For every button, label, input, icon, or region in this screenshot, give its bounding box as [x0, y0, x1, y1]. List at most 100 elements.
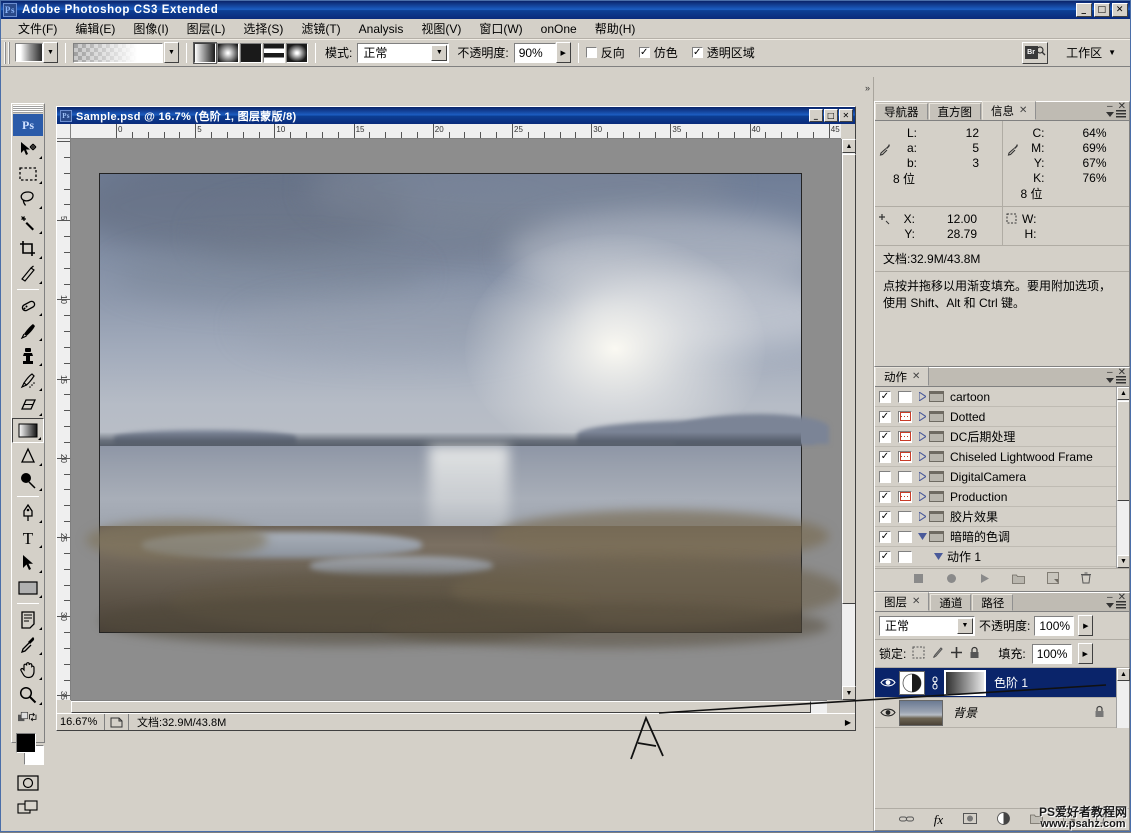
- layer-opacity-input[interactable]: 100%: [1034, 615, 1075, 636]
- ruler-corner[interactable]: [57, 124, 71, 139]
- reverse-checkbox[interactable]: [585, 47, 597, 58]
- zoom-tool[interactable]: [12, 682, 44, 707]
- quick-mask-mode-button[interactable]: [12, 771, 44, 795]
- triangle-right-icon[interactable]: [915, 492, 929, 501]
- chevron-down-icon[interactable]: ▼: [431, 44, 448, 61]
- action-modal-toggle[interactable]: [898, 470, 912, 483]
- brush-tool[interactable]: [12, 318, 44, 343]
- scroll-down-button[interactable]: ▼: [1117, 555, 1129, 568]
- action-modal-toggle[interactable]: [898, 490, 912, 503]
- background-layer-thumbnail[interactable]: [899, 699, 943, 726]
- action-modal-cell[interactable]: [895, 510, 915, 523]
- layer-visibility-icon[interactable]: [877, 707, 899, 718]
- tab-layers[interactable]: 图层 ✕: [875, 592, 930, 611]
- action-toggle-cell[interactable]: [875, 470, 895, 483]
- document-minimize-button[interactable]: _: [809, 109, 823, 122]
- action-enabled-checkbox[interactable]: ✓: [879, 430, 891, 443]
- menu-window[interactable]: 窗口(W): [470, 18, 531, 39]
- triangle-right-icon[interactable]: [915, 432, 929, 441]
- options-bar-grip[interactable]: [4, 41, 12, 64]
- actions-scroll-thumb[interactable]: [1117, 401, 1129, 501]
- action-modal-cell[interactable]: [895, 430, 915, 443]
- action-row[interactable]: ✓ 胶片效果: [875, 507, 1129, 527]
- layer-mask-thumbnail[interactable]: [944, 669, 986, 696]
- magic-wand-tool[interactable]: [12, 211, 44, 236]
- triangle-right-icon[interactable]: [915, 452, 929, 461]
- chevron-down-icon[interactable]: ▼: [957, 617, 973, 634]
- triangle-down-icon[interactable]: [915, 533, 929, 540]
- reflected-gradient-icon[interactable]: [263, 42, 285, 63]
- new-set-icon[interactable]: [1012, 573, 1025, 587]
- linear-gradient-icon[interactable]: [193, 41, 217, 64]
- action-enabled-checkbox[interactable]: ✓: [879, 390, 891, 403]
- toolbox-grip[interactable]: [13, 105, 43, 113]
- action-modal-cell[interactable]: [895, 550, 915, 563]
- triangle-right-icon[interactable]: [915, 412, 929, 421]
- tab-actions[interactable]: 动作 ✕: [875, 367, 930, 386]
- menu-filter[interactable]: 滤镜(T): [292, 18, 349, 39]
- maximize-button[interactable]: □: [1094, 3, 1110, 17]
- opacity-input[interactable]: 90%: [513, 42, 556, 63]
- menu-file[interactable]: 文件(F): [9, 18, 66, 39]
- action-modal-cell[interactable]: [895, 450, 915, 463]
- action-toggle-cell[interactable]: ✓: [875, 490, 895, 503]
- menu-select[interactable]: 选择(S): [234, 18, 292, 39]
- action-modal-cell[interactable]: [895, 410, 915, 423]
- delete-icon[interactable]: [1081, 572, 1091, 587]
- actions-scrollbar[interactable]: ▲ ▼: [1116, 387, 1129, 568]
- dodge-tool[interactable]: [12, 468, 44, 493]
- scroll-down-button[interactable]: ▼: [842, 686, 856, 700]
- triangle-right-icon[interactable]: [915, 512, 929, 521]
- notes-tool[interactable]: [12, 607, 44, 632]
- layer-visibility-icon[interactable]: [877, 677, 899, 688]
- document-close-button[interactable]: ✕: [839, 109, 853, 122]
- layers-panel-menu-button[interactable]: [1106, 601, 1126, 609]
- gradient-preview-swatch[interactable]: [73, 42, 163, 63]
- fx-icon[interactable]: fx: [934, 812, 943, 828]
- document-maximize-button[interactable]: □: [824, 109, 838, 122]
- action-enabled-checkbox[interactable]: ✓: [879, 510, 891, 523]
- gradient-picker-dropdown[interactable]: ▼: [164, 42, 179, 63]
- eraser-tool[interactable]: [12, 393, 44, 418]
- gradient-tool-preset[interactable]: ▼: [15, 42, 58, 63]
- action-modal-cell[interactable]: [895, 390, 915, 403]
- action-enabled-checkbox[interactable]: ✓: [879, 410, 891, 423]
- action-modal-toggle[interactable]: [898, 430, 912, 443]
- action-row[interactable]: ✓ cartoon: [875, 387, 1129, 407]
- blend-mode-select[interactable]: 正常 ▼: [357, 42, 450, 63]
- lasso-tool[interactable]: [12, 186, 44, 211]
- tab-histogram[interactable]: 直方图: [928, 103, 981, 120]
- action-enabled-checkbox[interactable]: ✓: [879, 490, 891, 503]
- layer-fill-slider-button[interactable]: ▶: [1077, 643, 1093, 664]
- menu-help[interactable]: 帮助(H): [586, 18, 645, 39]
- status-menu-arrow-icon[interactable]: ▶: [841, 718, 855, 727]
- path-selection-tool[interactable]: [12, 550, 44, 575]
- layer-blend-mode-select[interactable]: 正常 ▼: [879, 615, 975, 636]
- link-icon[interactable]: [898, 813, 914, 827]
- action-enabled-checkbox[interactable]: ✓: [879, 450, 891, 463]
- layer-name[interactable]: 色阶 1: [994, 674, 1028, 691]
- scroll-up-button[interactable]: ▲: [842, 139, 856, 153]
- screen-mode-button[interactable]: [12, 795, 44, 819]
- clone-stamp-tool[interactable]: [12, 343, 44, 368]
- action-row[interactable]: ✓ 动作 1: [875, 547, 1129, 567]
- record-icon[interactable]: [946, 573, 957, 587]
- actions-list[interactable]: ▲ ▼ ✓ cartoon ✓ Dotted ✓ DC后期处理 ✓ Chiseled Ligh…: [875, 387, 1129, 568]
- tab-navigator[interactable]: 导航器: [875, 103, 928, 120]
- horizontal-ruler[interactable]: 0 5 10 15 20 25 30 35 40 45: [71, 124, 841, 139]
- action-modal-cell[interactable]: [895, 530, 915, 543]
- adjustment-layer-thumbnail[interactable]: [899, 670, 925, 695]
- lock-transparent-icon[interactable]: [912, 646, 925, 662]
- action-toggle-cell[interactable]: ✓: [875, 390, 895, 403]
- blur-tool[interactable]: [12, 443, 44, 468]
- action-modal-toggle[interactable]: [898, 550, 912, 563]
- triangle-right-icon[interactable]: [915, 472, 929, 481]
- vertical-scroll-thumb[interactable]: [842, 154, 856, 604]
- canvas-image[interactable]: [85, 173, 841, 648]
- dither-checkbox-row[interactable]: ✓ 仿色: [638, 44, 678, 61]
- action-toggle-cell[interactable]: ✓: [875, 530, 895, 543]
- healing-brush-tool[interactable]: [12, 293, 44, 318]
- close-icon[interactable]: ✕: [912, 371, 920, 382]
- type-tool[interactable]: T: [12, 525, 44, 550]
- transparency-checkbox-row[interactable]: ✓ 透明区域: [691, 44, 755, 61]
